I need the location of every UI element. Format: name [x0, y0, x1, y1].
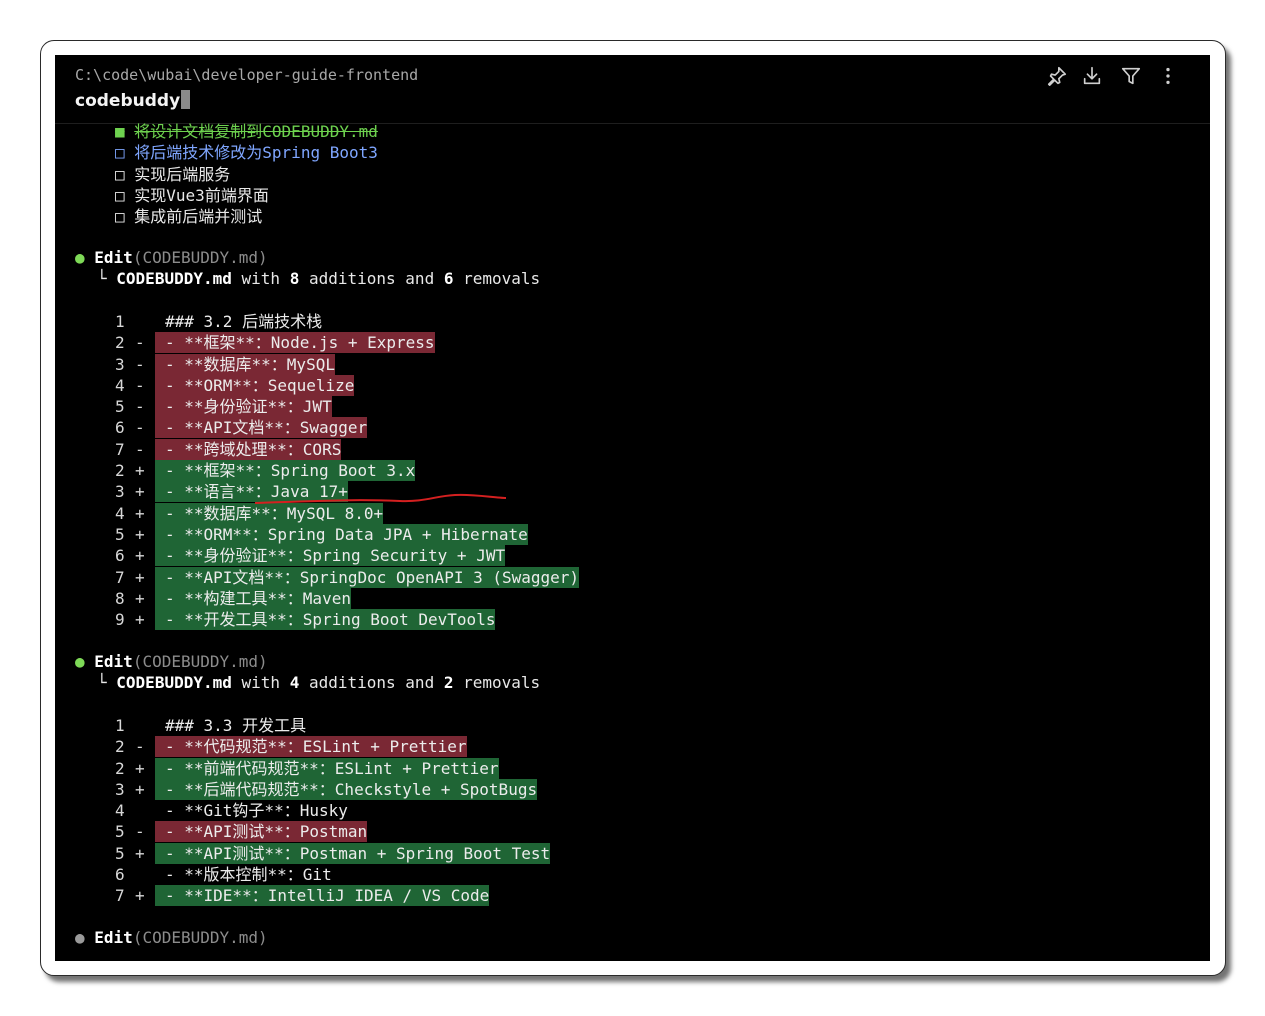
- terminal-panel[interactable]: C:\code\wubai\developer-guide-frontend c…: [55, 55, 1210, 961]
- annotation-stroke: [254, 493, 507, 504]
